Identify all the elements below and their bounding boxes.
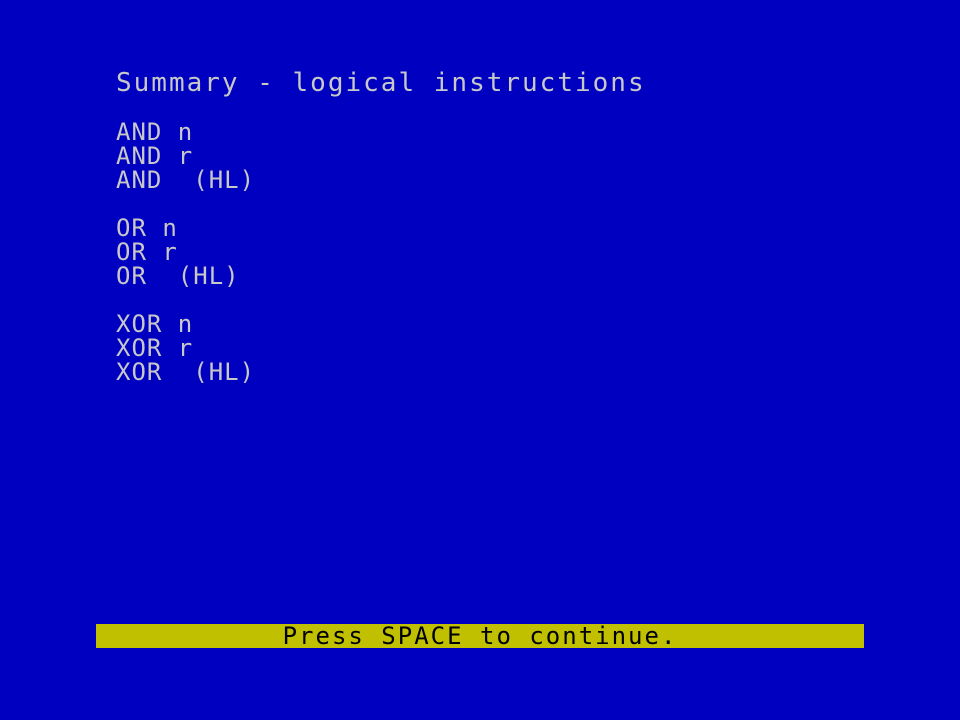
page-title: Summary - logical instructions xyxy=(116,68,646,98)
continue-prompt-bar[interactable]: Press SPACE to continue. xyxy=(96,624,864,648)
instruction-line: AND (HL) xyxy=(116,166,256,194)
or-instructions-list: OR n OR r OR (HL) xyxy=(116,216,240,288)
instruction-line: AND n xyxy=(116,118,194,146)
instruction-line: XOR n xyxy=(116,310,194,338)
instruction-line: AND r xyxy=(116,142,194,170)
instruction-line: OR n xyxy=(116,214,178,242)
instruction-line: XOR (HL) xyxy=(116,358,256,386)
instruction-line: XOR r xyxy=(116,334,194,362)
instruction-line: OR r xyxy=(116,238,178,266)
screen: Summary - logical instructions AND n AND… xyxy=(0,0,960,720)
and-instructions-list: AND n AND r AND (HL) xyxy=(116,120,255,192)
continue-prompt-text: Press SPACE to continue. xyxy=(282,622,678,650)
xor-instructions-list: XOR n XOR r XOR (HL) xyxy=(116,312,255,384)
instruction-line: OR (HL) xyxy=(116,262,240,290)
